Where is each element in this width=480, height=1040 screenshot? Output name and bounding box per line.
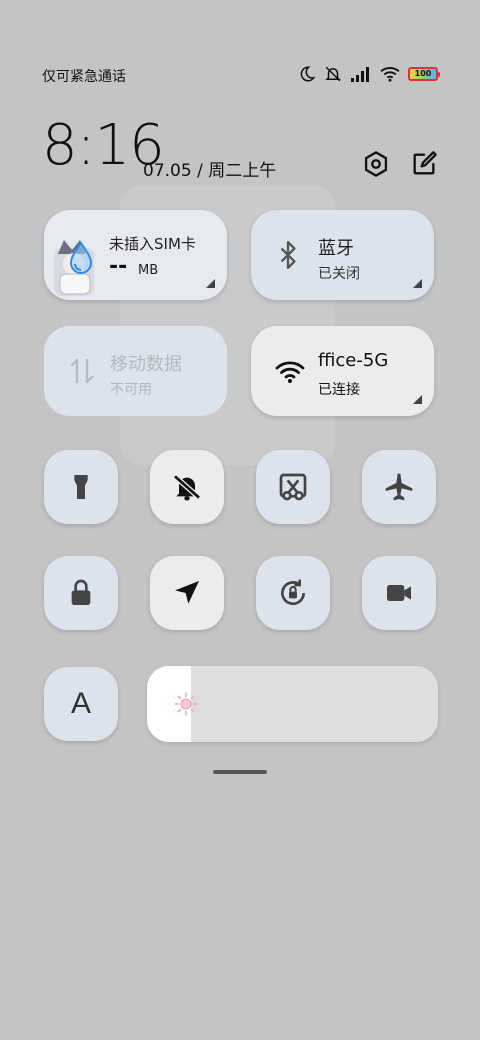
sim-data-tile[interactable]: 未插入SIM卡 -- MB [44,210,227,300]
flashlight-toggle[interactable] [44,450,118,524]
scissors-icon [279,473,307,501]
video-camera-icon [387,585,411,601]
wifi-tile[interactable]: ffice-5G 已连接 [251,326,434,416]
wifi-icon [275,361,305,383]
sun-icon [174,692,198,716]
airplane-icon [385,473,413,501]
moon-icon [300,66,316,82]
wifi-status: 已连接 [318,382,360,398]
sim-title: 未插入SIM卡 [109,235,196,253]
data-drop-icon [69,241,93,274]
lock-icon [71,579,91,605]
date-text: 07.05 / 周二上午 [143,161,277,181]
mute-toggle[interactable] [150,450,224,524]
corner-arrow-icon [413,395,422,404]
font-tile-label: A [70,687,91,720]
rotation-lock-icon [281,579,306,606]
corner-arrow-icon [206,279,215,288]
flashlight-icon [74,475,88,499]
screenshot-toggle[interactable] [256,450,330,524]
edit-icon[interactable] [410,150,438,178]
mobile-data-status: 不可用 [110,382,152,398]
sim-unit: MB [138,263,159,278]
corner-arrow-icon [413,279,422,288]
brightness-slider[interactable] [147,666,438,742]
lock-toggle[interactable] [44,556,118,630]
mute-icon [325,66,341,82]
battery-icon: 100 [408,67,440,81]
location-arrow-icon [175,581,199,604]
bluetooth-title: 蓝牙 [318,238,354,259]
wifi-icon [380,67,400,82]
mobile-data-title: 移动数据 [110,354,182,375]
bell-off-icon [173,474,201,501]
wifi-title: ffice-5G [318,350,389,371]
battery-level: 100 [414,69,432,78]
bluetooth-icon [280,240,296,270]
bluetooth-status: 已关闭 [318,266,360,282]
status-icons: 100 [298,65,440,83]
carrier-text: 仅可紧急通话 [42,69,126,85]
signal-icon [351,67,369,82]
status-bar: 仅可紧急通话 100 [0,60,480,92]
font-size-toggle[interactable]: A [44,667,118,741]
settings-icon[interactable] [362,150,390,178]
mobile-data-tile[interactable]: 移动数据 不可用 [44,326,227,416]
drag-handle[interactable] [213,770,267,774]
data-arrows-icon [70,358,94,384]
rotation-lock-toggle[interactable] [256,556,330,630]
location-toggle[interactable] [150,556,224,630]
bluetooth-tile[interactable]: 蓝牙 已关闭 [251,210,434,300]
sim-value: -- [109,254,128,279]
airplane-toggle[interactable] [362,450,436,524]
screen-record-toggle[interactable] [362,556,436,630]
